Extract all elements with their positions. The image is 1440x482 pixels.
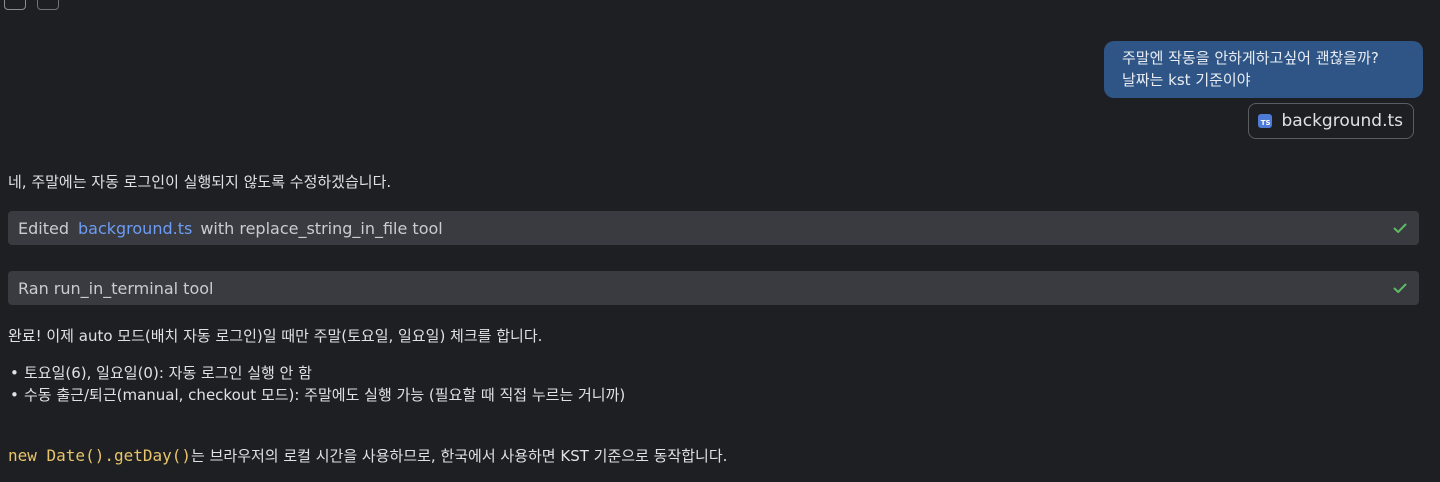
list-item-text: 토요일(6), 일요일(0): 자동 로그인 실행 안 함 bbox=[24, 364, 312, 382]
final-note-text: 는 브라우저의 로컬 시간을 사용하므로, 한국에서 사용하면 KST 기준으로… bbox=[191, 447, 728, 465]
attachment-filename: background.ts bbox=[1281, 111, 1403, 131]
tool-suffix: with replace_string_in_file tool bbox=[200, 218, 443, 238]
user-message-bubble: 주말엔 작동을 안하게하고싶어 괜찮을까? 날짜는 kst 기준이야 bbox=[1104, 41, 1423, 98]
assistant-final-note: new Date().getDay()는 브라우저의 로컬 시간을 사용하므로,… bbox=[8, 445, 727, 466]
list-item-text: 수동 출근/퇴근(manual, checkout 모드): 주말에도 실행 가… bbox=[24, 386, 626, 404]
list-item: • 수동 출근/퇴근(manual, checkout 모드): 주말에도 실행 … bbox=[10, 386, 626, 404]
assistant-intro: 네, 주말에는 자동 로그인이 실행되지 않도록 수정하겠습니다. bbox=[8, 173, 392, 191]
check-icon bbox=[1393, 283, 1407, 293]
tool-text: Ran run_in_terminal tool bbox=[18, 278, 214, 298]
copy-icon[interactable] bbox=[4, 0, 26, 10]
tool-call-terminal[interactable]: Ran run_in_terminal tool bbox=[8, 271, 1419, 305]
attachment-chip[interactable]: TS background.ts bbox=[1247, 103, 1414, 139]
typescript-file-icon: TS bbox=[1257, 114, 1272, 128]
edit-icon[interactable] bbox=[37, 0, 59, 10]
list-item: • 토요일(6), 일요일(0): 자동 로그인 실행 안 함 bbox=[10, 364, 312, 382]
tool-prefix: Edited bbox=[18, 218, 69, 238]
top-toolbar bbox=[0, 0, 1440, 12]
assistant-summary: 완료! 이제 auto 모드(배치 자동 로그인)일 때만 주말(토요일, 일요… bbox=[8, 327, 543, 345]
user-message-line: 주말엔 작동을 안하게하고싶어 괜찮을까? bbox=[1122, 49, 1379, 67]
bullet-list: • 토요일(6), 일요일(0): 자동 로그인 실행 안 함 • 수동 출근/퇴근… bbox=[10, 362, 625, 406]
inline-code: new Date().getDay() bbox=[8, 446, 192, 465]
check-icon bbox=[1393, 223, 1407, 233]
tool-call-edited[interactable]: Edited background.ts with replace_string… bbox=[8, 211, 1419, 245]
file-link[interactable]: background.ts bbox=[78, 219, 192, 238]
user-message-line: 날짜는 kst 기준이야 bbox=[1122, 71, 1251, 89]
